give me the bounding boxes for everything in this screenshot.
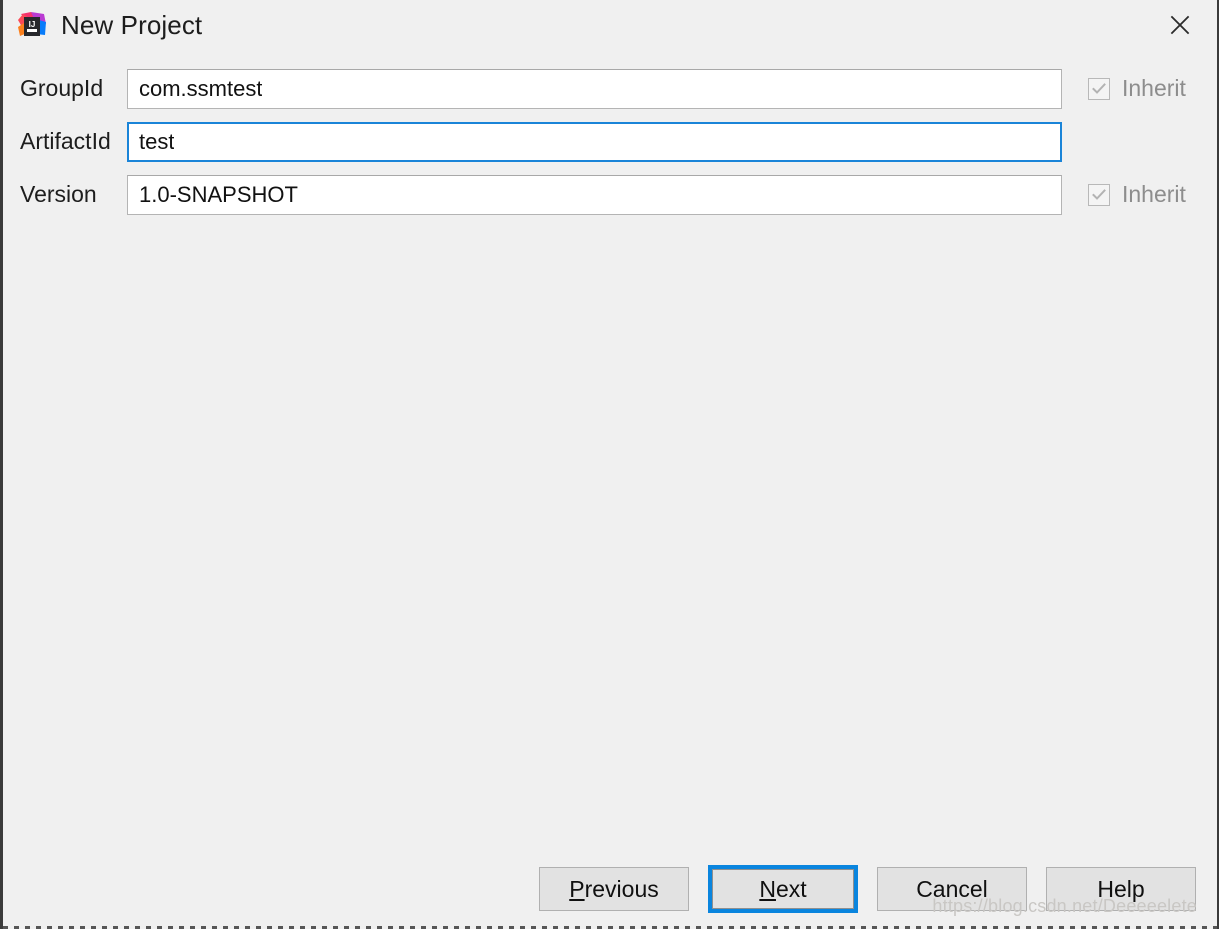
cancel-button[interactable]: Cancel [877,867,1027,911]
groupid-input[interactable]: com.ssmtest [127,68,1062,109]
next-button-label: ext [775,875,807,902]
help-button[interactable]: Help [1046,867,1196,911]
titlebar-left-group: IJ New Project [17,10,202,41]
version-inherit-label: Inherit [1122,181,1186,207]
previous-button[interactable]: Previous [539,867,689,911]
next-button-wrap: Next [708,865,858,913]
checkmark-icon [1088,183,1110,206]
version-inherit-checkbox[interactable]: Inherit [1088,181,1186,208]
help-button-wrap: Help [1046,867,1196,911]
groupid-label: GroupId [20,75,104,101]
next-button[interactable]: Next [712,869,854,909]
artifactid-input[interactable]: test [127,121,1062,162]
form-row-version: Version 1.0-SNAPSHOT Inherit [3,168,1217,221]
form-row-artifactid: ArtifactId test [3,115,1217,168]
new-project-dialog: IJ New Project GroupId com.ssmtest Inher… [0,0,1219,929]
checkmark-icon [1088,77,1110,100]
svg-text:IJ: IJ [29,20,36,29]
dialog-button-bar: Previous Next Cancel Help [3,863,1217,915]
dialog-titlebar: IJ New Project [3,0,1217,56]
version-value: 1.0-SNAPSHOT [139,181,298,207]
cancel-button-wrap: Cancel [877,867,1027,911]
artifactid-value: test [139,128,175,154]
dialog-title: New Project [61,10,203,40]
intellij-idea-icon: IJ [17,11,47,41]
groupid-inherit-label: Inherit [1122,75,1186,101]
close-icon [1170,15,1190,35]
previous-button-wrap: Previous [539,867,689,911]
previous-button-label: revious [584,875,659,902]
next-button-mnemonic: N [759,875,776,902]
version-label: Version [20,181,97,207]
artifactid-label: ArtifactId [20,128,111,154]
version-input[interactable]: 1.0-SNAPSHOT [127,174,1062,215]
groupid-inherit-checkbox[interactable]: Inherit [1088,75,1186,102]
project-coordinates-form: GroupId com.ssmtest Inherit ArtifactId t… [3,62,1217,221]
groupid-value: com.ssmtest [139,75,263,101]
form-row-groupid: GroupId com.ssmtest Inherit [3,62,1217,115]
previous-button-mnemonic: P [569,875,585,902]
close-button[interactable] [1159,6,1201,44]
